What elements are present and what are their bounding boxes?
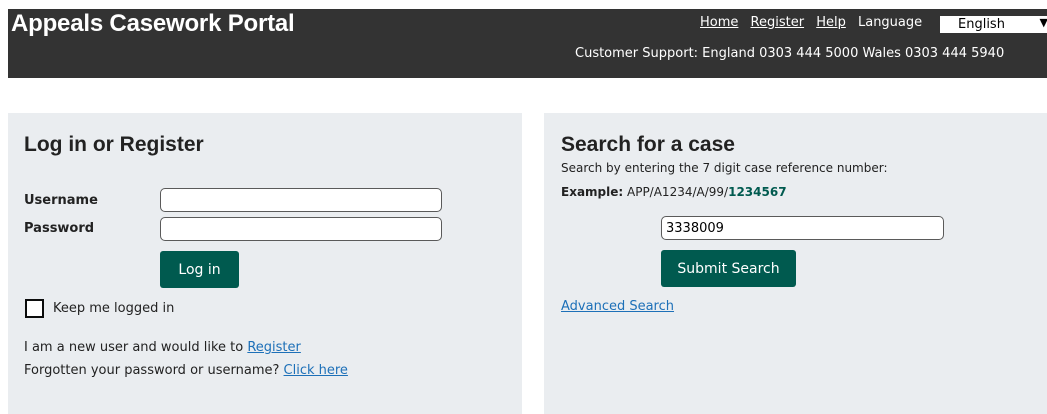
example-prefix: APP/A1234/A/99/ [623, 185, 729, 199]
click-here-link[interactable]: Click here [284, 363, 348, 378]
new-user-text: I am a new user and would like to Regist… [24, 340, 301, 355]
search-title: Search for a case [561, 133, 735, 156]
example-reference: Example: APP/A1234/A/99/1234567 [561, 185, 787, 199]
username-label: Username [24, 193, 98, 208]
customer-support-text: Customer Support: England 0303 444 5000 … [575, 46, 1005, 61]
language-selected-value: English [958, 17, 1005, 32]
search-instructions: Search by entering the 7 digit case refe… [561, 161, 888, 175]
example-number: 1234567 [728, 185, 787, 199]
language-label: Language [857, 15, 923, 30]
site-brand[interactable]: Appeals Casework Portal [11, 10, 295, 38]
keep-logged-in-checkbox[interactable] [25, 299, 44, 318]
new-user-prefix: I am a new user and would like to [24, 340, 248, 355]
login-title: Log in or Register [24, 133, 204, 156]
advanced-search-link[interactable]: Advanced Search [561, 299, 674, 314]
password-input[interactable] [160, 217, 442, 241]
login-panel: Log in or Register Username Password Log… [8, 113, 522, 414]
login-button[interactable]: Log in [160, 251, 239, 288]
keep-logged-in-label[interactable]: Keep me logged in [53, 301, 174, 316]
site-header: Appeals Casework Portal Home Register He… [8, 9, 1047, 78]
language-select[interactable]: English ▼ [940, 16, 1047, 33]
password-label: Password [24, 221, 95, 236]
nav-home-link[interactable]: Home [700, 15, 738, 30]
top-nav: Home Register Help Language [700, 15, 924, 30]
username-input[interactable] [160, 188, 442, 212]
register-link[interactable]: Register [247, 340, 301, 355]
search-panel: Search for a case Search by entering the… [544, 113, 1047, 414]
forgot-password-text: Forgotten your password or username? Cli… [24, 363, 348, 378]
example-label: Example: [561, 185, 624, 199]
chevron-down-icon: ▼ [1039, 16, 1047, 29]
forgot-prefix: Forgotten your password or username? [24, 363, 284, 378]
nav-help-link[interactable]: Help [816, 15, 846, 30]
case-reference-input[interactable] [661, 216, 944, 240]
submit-search-button[interactable]: Submit Search [661, 250, 796, 287]
nav-register-link[interactable]: Register [751, 15, 805, 30]
